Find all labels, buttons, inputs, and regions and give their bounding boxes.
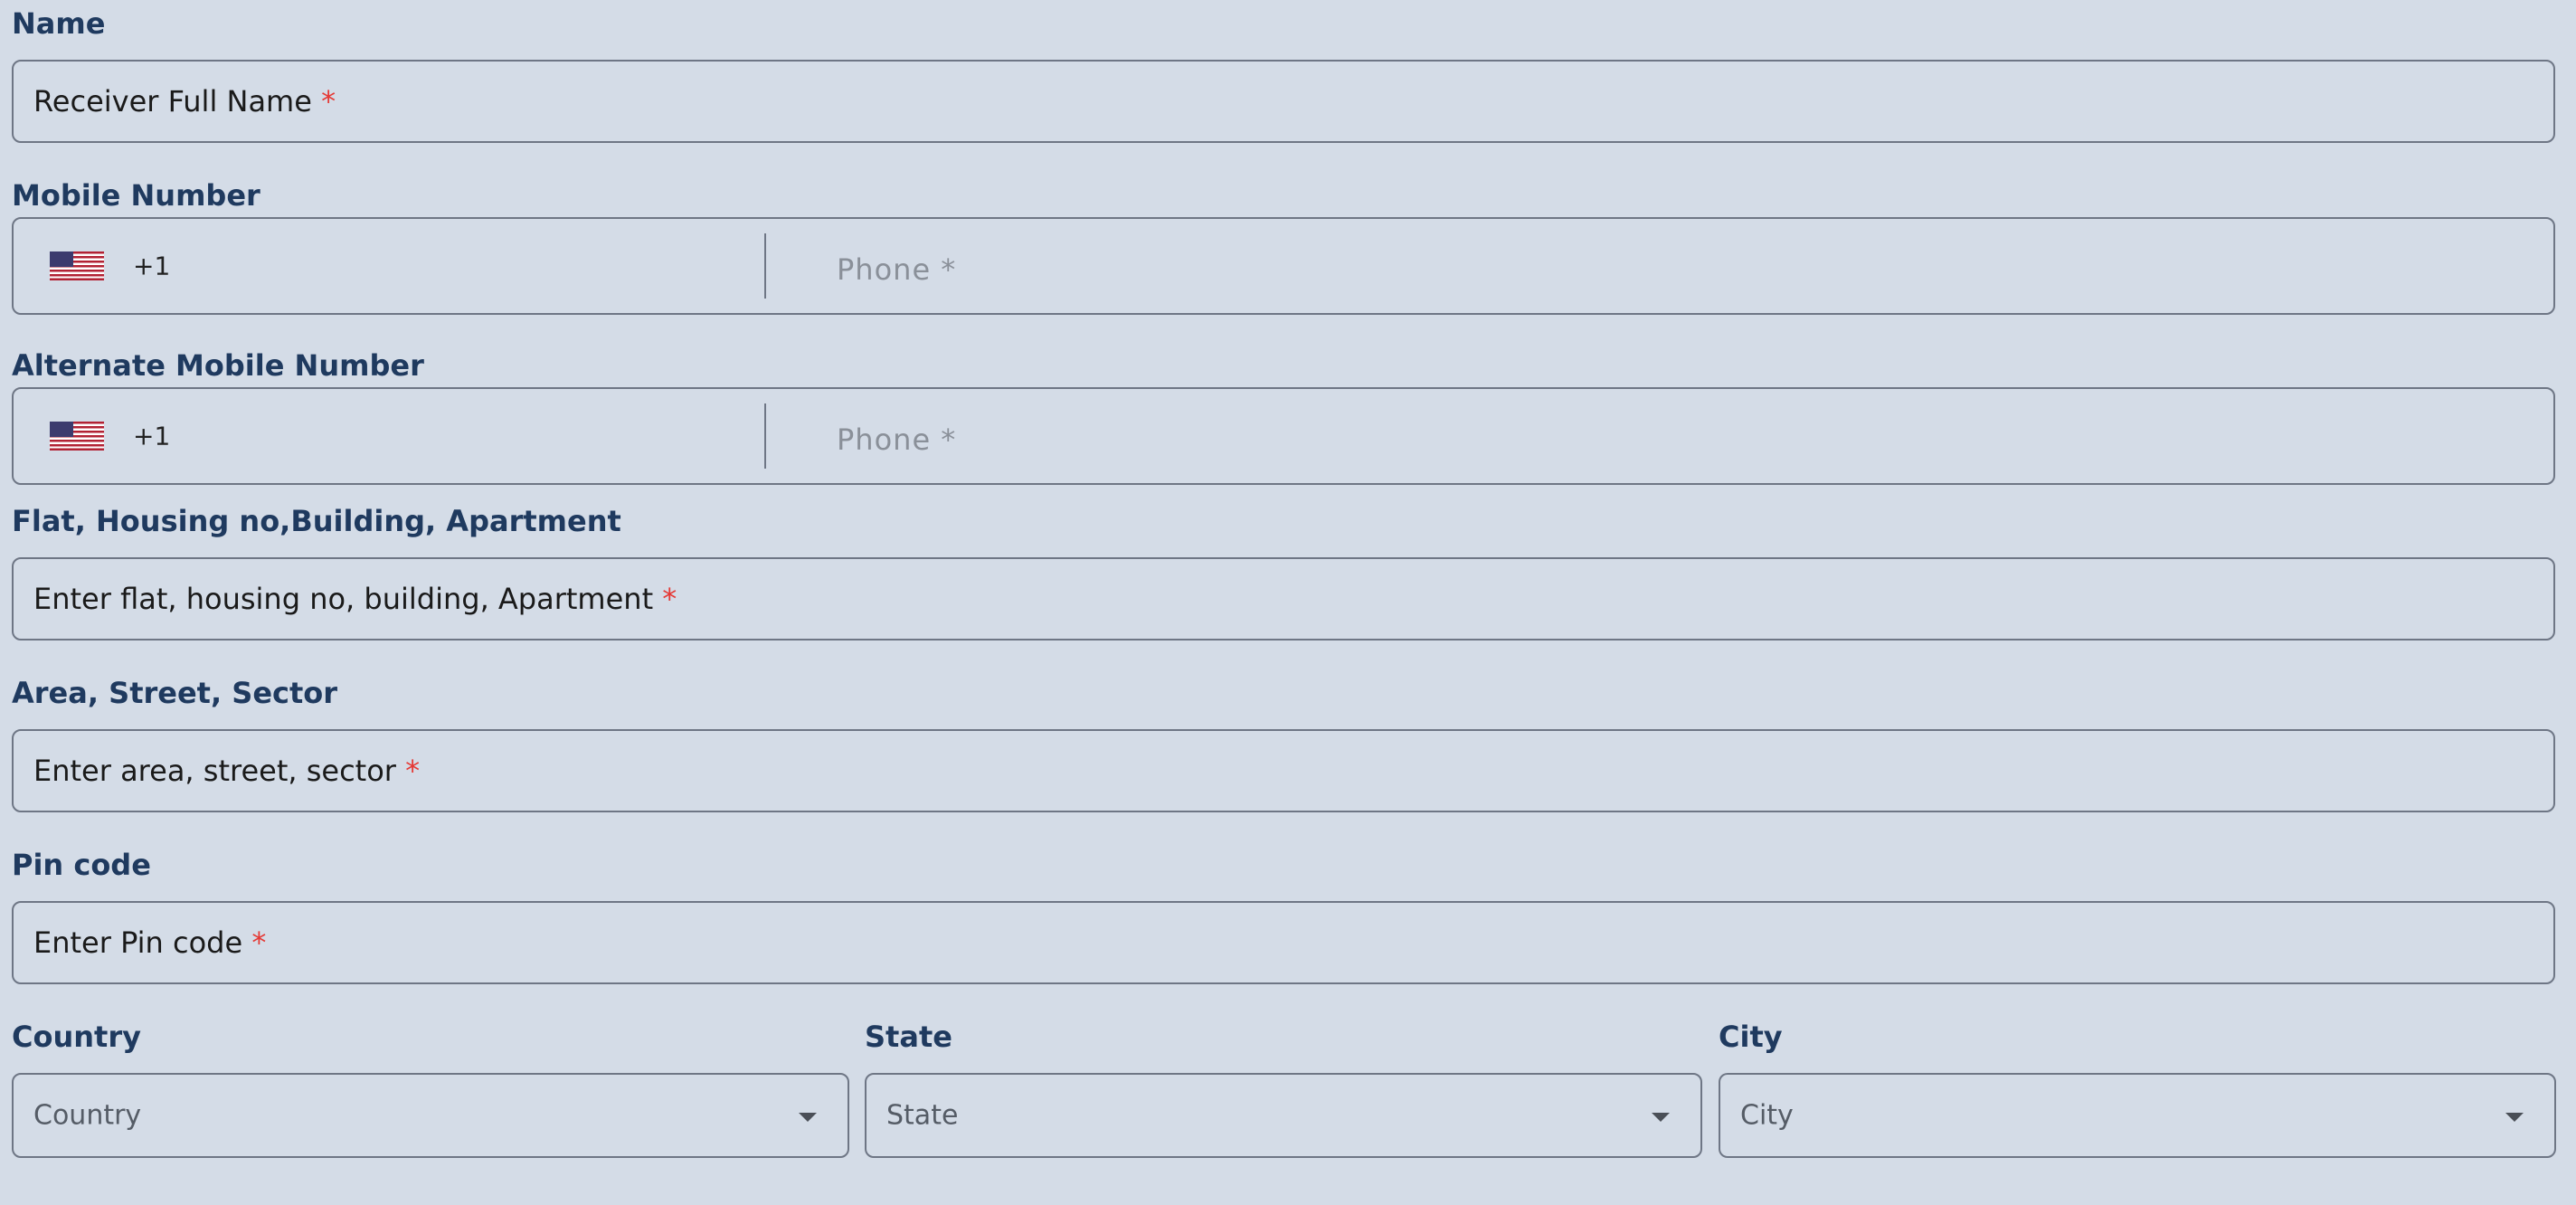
pin-code-placeholder: Enter Pin code * — [33, 925, 267, 960]
phone-input[interactable]: Phone * — [837, 252, 956, 287]
divider — [764, 403, 766, 469]
flat-input[interactable]: Enter flat, housing no, building, Apartm… — [12, 557, 2555, 640]
phone-input[interactable]: Phone * — [837, 422, 956, 457]
alternate-mobile-field[interactable]: +1 Phone * — [12, 387, 2555, 485]
us-flag-icon[interactable] — [50, 422, 104, 451]
country-code: +1 — [133, 251, 171, 281]
alternate-mobile-label: Alternate Mobile Number — [12, 348, 424, 383]
name-placeholder: Receiver Full Name * — [33, 84, 336, 119]
country-placeholder: Country — [33, 1099, 142, 1132]
name-label: Name — [12, 6, 106, 41]
country-label: Country — [12, 1020, 141, 1054]
pin-code-input[interactable]: Enter Pin code * — [12, 901, 2555, 984]
us-flag-icon[interactable] — [50, 251, 104, 280]
city-select[interactable]: City — [1719, 1073, 2556, 1158]
state-label: State — [865, 1020, 952, 1054]
mobile-number-label: Mobile Number — [12, 178, 260, 213]
area-input[interactable]: Enter area, street, sector * — [12, 729, 2555, 812]
chevron-down-icon[interactable] — [1652, 1113, 1670, 1122]
state-select[interactable]: State — [865, 1073, 1702, 1158]
city-label: City — [1719, 1020, 1783, 1054]
flat-placeholder: Enter flat, housing no, building, Apartm… — [33, 582, 677, 616]
country-code: +1 — [133, 421, 171, 451]
chevron-down-icon[interactable] — [2505, 1113, 2524, 1122]
mobile-number-field[interactable]: +1 Phone * — [12, 217, 2555, 315]
pin-code-label: Pin code — [12, 848, 151, 882]
country-select[interactable]: Country — [12, 1073, 849, 1158]
area-placeholder: Enter area, street, sector * — [33, 754, 421, 788]
area-label: Area, Street, Sector — [12, 676, 338, 710]
name-input[interactable]: Receiver Full Name * — [12, 60, 2555, 143]
divider — [764, 233, 766, 299]
state-placeholder: State — [886, 1099, 959, 1132]
flat-label: Flat, Housing no,Building, Apartment — [12, 504, 621, 538]
city-placeholder: City — [1740, 1099, 1794, 1132]
chevron-down-icon[interactable] — [799, 1113, 817, 1122]
